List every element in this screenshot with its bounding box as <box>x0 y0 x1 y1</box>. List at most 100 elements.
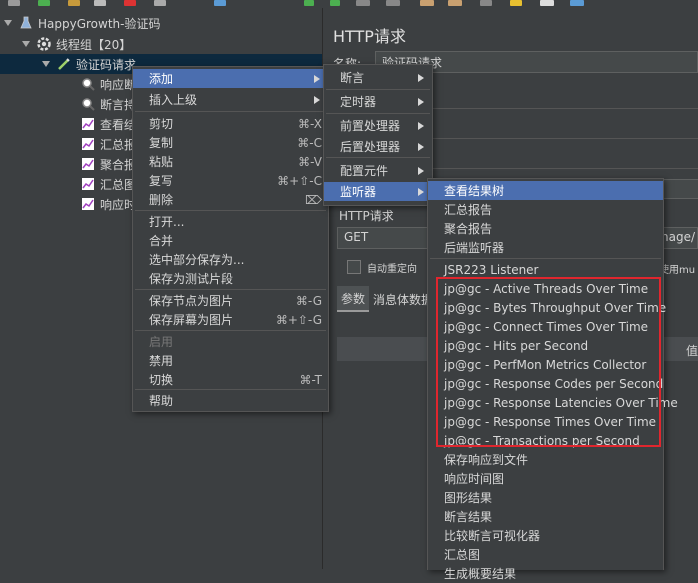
menu-item-jpgc-perfmon[interactable]: jp@gc - PerfMon Metrics Collector <box>428 355 663 374</box>
menu-item-graph-results[interactable]: 图形结果 <box>428 488 663 507</box>
menu-item-label: 启用 <box>149 335 174 349</box>
menu-item-timer[interactable]: 定时器 <box>324 92 432 111</box>
menu-item-summary-report[interactable]: 汇总报告 <box>428 200 663 219</box>
menu-item-toggle[interactable]: 切换 ⌘-T <box>133 370 328 389</box>
cut-icon[interactable] <box>124 0 136 6</box>
menu-item-config-element[interactable]: 配置元件 <box>324 161 432 180</box>
menu-item-label: 选中部分保存为... <box>149 253 245 267</box>
menu-item-post-processor[interactable]: 后置处理器 <box>324 137 432 156</box>
submenu-arrow-icon <box>418 121 424 130</box>
search-icon[interactable] <box>480 0 492 6</box>
help-icon[interactable] <box>570 0 584 6</box>
menu-item-jpgc-bytes-throughput[interactable]: jp@gc - Bytes Throughput Over Time <box>428 298 666 317</box>
save-icon[interactable] <box>94 0 106 6</box>
tab-parameters[interactable]: 参数 <box>337 286 369 312</box>
menu-item-duplicate[interactable]: 复写 ⌘+⇧-C <box>133 171 328 190</box>
function-helper-icon[interactable] <box>540 0 554 6</box>
menu-item-label: 打开... <box>149 215 185 229</box>
tree-thread-group[interactable]: 线程组【20】 <box>0 34 322 54</box>
new-icon[interactable] <box>8 0 20 6</box>
menu-item-jpgc-hits-per-second[interactable]: jp@gc - Hits per Second <box>428 336 663 355</box>
clear-all-icon[interactable] <box>448 0 462 6</box>
menu-item-label: 后置处理器 <box>340 140 401 154</box>
menu-item-disable[interactable]: 禁用 <box>133 351 328 370</box>
template-icon[interactable] <box>38 0 50 6</box>
menu-item-label: 保存为测试片段 <box>149 272 234 286</box>
menu-item-jpgc-response-codes[interactable]: jp@gc - Response Codes per Second <box>428 374 663 393</box>
stop-icon[interactable] <box>356 0 370 6</box>
method-select[interactable]: GET <box>337 227 433 249</box>
menu-item-paste[interactable]: 粘贴 ⌘-V <box>133 152 328 171</box>
menu-item-jpgc-transactions[interactable]: jp@gc - Transactions per Second <box>428 431 663 450</box>
menu-item-save-responses[interactable]: 保存响应到文件 <box>428 450 663 469</box>
copy-icon[interactable] <box>154 0 166 6</box>
tree-child-label: 汇总报 <box>100 137 137 152</box>
menu-item-save-fragment[interactable]: 保存为测试片段 <box>133 269 328 288</box>
menu-item-jpgc-active-threads[interactable]: jp@gc - Active Threads Over Time <box>428 279 663 298</box>
menu-item-copy[interactable]: 复制 ⌘-C <box>133 133 328 152</box>
menu-item-enable: 启用 <box>133 332 328 351</box>
menu-item-compare-assertion[interactable]: 比较断言可视化器 <box>428 526 663 545</box>
menu-item-cut[interactable]: 剪切 ⌘-X <box>133 114 328 133</box>
menu-item-label: 插入上级 <box>149 93 198 107</box>
clear-icon[interactable] <box>420 0 434 6</box>
auto-redirect-checkbox[interactable] <box>347 260 361 274</box>
menu-item-open[interactable]: 打开... <box>133 212 328 231</box>
menu-item-add[interactable]: 添加 <box>133 69 328 88</box>
menu-item-summary-graph[interactable]: 汇总图 <box>428 545 663 564</box>
menu-item-label: 配置元件 <box>340 164 389 178</box>
shortcut: ⌘-G <box>295 293 322 308</box>
menu-item-jpgc-response-times[interactable]: jp@gc - Response Times Over Time <box>428 412 663 431</box>
shortcut: ⌘-T <box>299 372 322 387</box>
reset-search-icon[interactable] <box>510 0 522 6</box>
menu-item-aggregate-report[interactable]: 聚合报告 <box>428 219 663 238</box>
start-no-pause-icon[interactable] <box>330 0 340 6</box>
menu-item-view-results-tree[interactable]: 查看结果树 <box>428 181 663 200</box>
magnifier-icon <box>80 76 96 92</box>
menu-item-merge[interactable]: 合并 <box>133 231 328 250</box>
menu-item-backend-listener[interactable]: 后端监听器 <box>428 238 663 257</box>
menu-item-insert-parent[interactable]: 插入上级 <box>133 90 328 109</box>
menu-separator <box>135 289 326 290</box>
tree-child-label: 响应时 <box>100 197 137 212</box>
tree-root[interactable]: HappyGrowth-验证码 <box>0 13 322 33</box>
shortcut: ⌘-V <box>298 154 322 169</box>
menu-item-assertion-results[interactable]: 断言结果 <box>428 507 663 526</box>
open-icon[interactable] <box>68 0 80 6</box>
shutdown-icon[interactable] <box>386 0 400 6</box>
magnifier-icon <box>80 96 96 112</box>
menu-item-pre-processor[interactable]: 前置处理器 <box>324 116 432 135</box>
collapse-arrow-icon[interactable] <box>22 41 30 47</box>
tab-body-data[interactable]: 消息体数据 <box>373 291 433 308</box>
expand-icon[interactable] <box>214 0 226 6</box>
menu-item-label: 复制 <box>149 136 174 150</box>
chart-icon <box>80 176 96 192</box>
menu-separator <box>135 210 326 211</box>
menu-item-listener[interactable]: 监听器 <box>324 182 432 201</box>
menu-item-save-selection[interactable]: 选中部分保存为... <box>133 250 328 269</box>
start-icon[interactable] <box>304 0 314 6</box>
menu-item-help[interactable]: 帮助 <box>133 391 328 410</box>
menu-item-jpgc-connect-times[interactable]: jp@gc - Connect Times Over Time <box>428 317 663 336</box>
collapse-arrow-icon[interactable] <box>42 61 50 67</box>
submenu-arrow-icon <box>314 95 320 104</box>
menu-separator <box>135 111 326 112</box>
submenu-arrow-icon <box>418 166 424 175</box>
menu-item-label: 保存节点为图片 <box>149 294 234 308</box>
menu-item-save-screen-image[interactable]: 保存屏幕为图片 ⌘+⇧-G <box>133 310 328 329</box>
menu-item-assertion[interactable]: 断言 <box>324 68 432 87</box>
menu-item-generate-summary[interactable]: 生成概要结果 <box>428 564 663 583</box>
menu-item-jpgc-response-latencies[interactable]: jp@gc - Response Latencies Over Time <box>428 393 678 412</box>
menu-item-delete[interactable]: 删除 ⌦ <box>133 190 328 209</box>
tree-child-label: 汇总图 <box>100 177 137 192</box>
shortcut: ⌘-X <box>298 116 322 131</box>
menu-item-jsr223-listener[interactable]: JSR223 Listener <box>428 260 663 279</box>
menu-item-label: 保存屏幕为图片 <box>149 313 234 327</box>
chart-icon <box>80 116 96 132</box>
menu-item-response-time-graph[interactable]: 响应时间图 <box>428 469 663 488</box>
collapse-arrow-icon[interactable] <box>4 20 12 26</box>
menu-separator <box>326 113 430 114</box>
menu-item-label: 断言 <box>340 71 365 85</box>
pipette-icon <box>56 56 72 72</box>
menu-item-save-node-image[interactable]: 保存节点为图片 ⌘-G <box>133 291 328 310</box>
